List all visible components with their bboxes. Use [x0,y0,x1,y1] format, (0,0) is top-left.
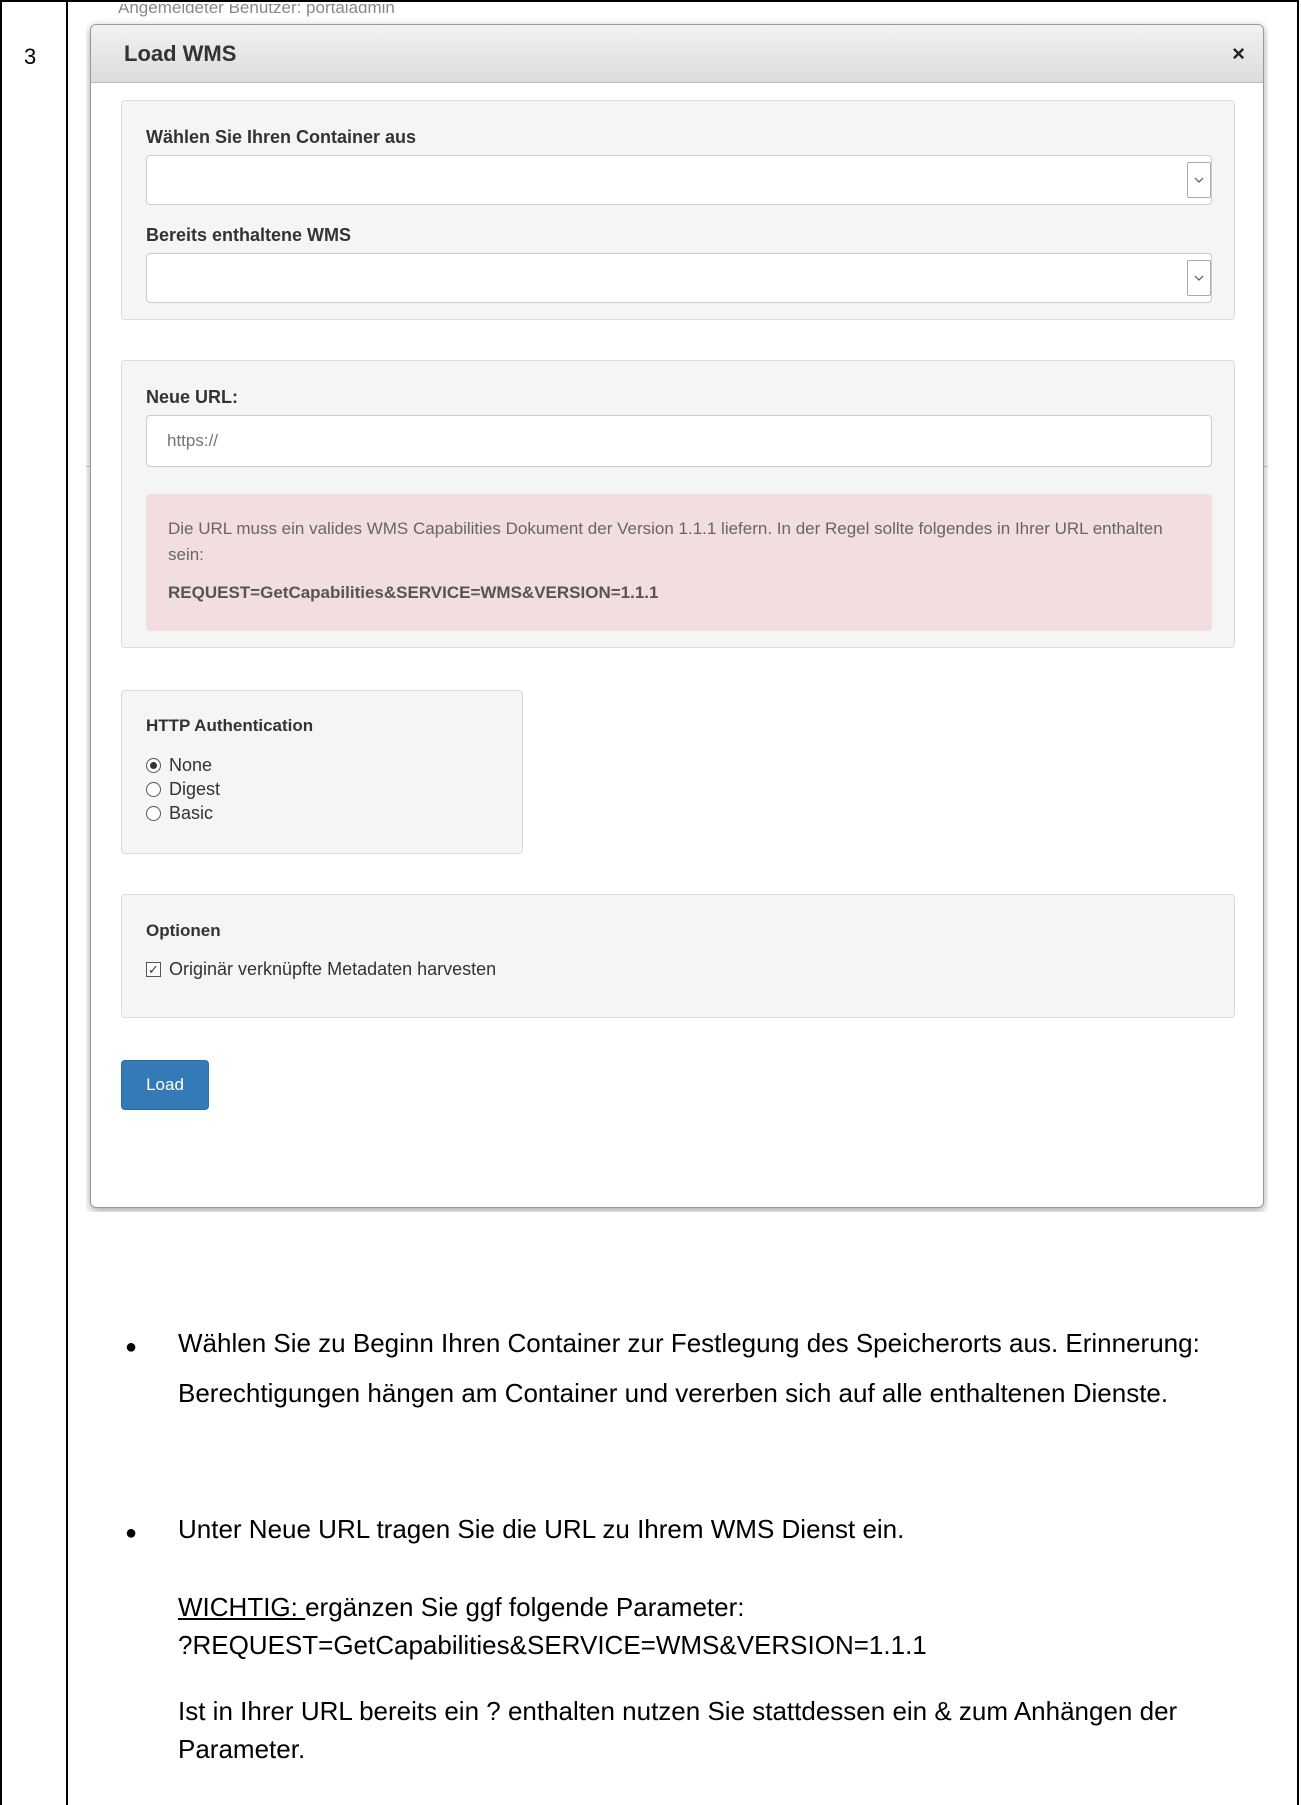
container-well: Wählen Sie Ihren Container aus Bereits e… [121,100,1235,320]
load-wms-dialog: Load WMS × Wählen Sie Ihren Container au… [90,24,1264,1208]
auth-option-label: None [169,755,213,775]
chevron-down-icon[interactable] [1187,162,1211,198]
important-line: WICHTIG: ergänzen Sie ggf folgende Param… [178,1588,1278,1626]
existing-wms-label: Bereits enthaltene WMS [146,225,352,245]
alert-parameter: REQUEST=GetCapabilities&SERVICE=WMS&VERS… [168,583,659,602]
note-line: Ist in Ihrer URL bereits ein ? enthalten… [178,1696,1178,1764]
harvest-metadata-checkbox[interactable]: ✓ [146,962,161,977]
existing-wms-select[interactable] [146,253,1212,303]
auth-option-basic[interactable]: Basic [146,803,213,824]
options-label: Optionen [146,921,221,940]
auth-option-label: Basic [169,803,214,823]
container-label: Wählen Sie Ihren Container aus [146,127,417,147]
alert-text: Die URL muss ein valides WMS Capabilitie… [168,519,1163,564]
auth-option-none[interactable]: None [146,755,212,776]
row-number: 3 [24,44,37,69]
http-auth-well: HTTP Authentication None Digest Basic [121,690,523,854]
load-button[interactable]: Load [121,1060,209,1110]
dialog-title: Load WMS [124,40,237,66]
dialog-header: Load WMS × [91,25,1263,83]
important-text: ergänzen Sie ggf folgende Parameter: [305,1592,745,1622]
harvest-metadata-option[interactable]: ✓ Originär verknüpfte Metadaten harveste… [146,959,496,980]
new-url-well: Neue URL: Die URL muss ein valides WMS C… [121,360,1235,648]
container-select[interactable] [146,155,1212,205]
background-user-text: Angemeldeter Benutzer: portaladmin [118,4,395,17]
param-line: ?REQUEST=GetCapabilities&SERVICE=WMS&VER… [178,1630,927,1660]
close-icon[interactable]: × [1232,41,1245,67]
harvest-metadata-label: Originär verknüpfte Metadaten harvesten [169,959,497,979]
auth-option-digest[interactable]: Digest [146,779,220,800]
table-column-divider [66,0,68,1805]
radio-digest[interactable] [146,782,161,797]
url-hint-alert: Die URL muss ein valides WMS Capabilitie… [146,494,1212,631]
bullet-2: ● [125,1522,138,1544]
chevron-down-icon[interactable] [1187,260,1211,296]
auth-option-label: Digest [169,779,221,799]
radio-basic[interactable] [146,806,161,821]
options-well: Optionen ✓ Originär verknüpfte Metadaten… [121,894,1235,1018]
bullet-1: ● [125,1336,138,1358]
instruction-bullet-1: Wählen Sie zu Beginn Ihren Container zur… [178,1328,1200,1408]
important-prefix: WICHTIG: [178,1592,306,1622]
screenshot: Angemeldeter Benutzer: portaladmin Load … [86,4,1268,1212]
radio-none[interactable] [146,758,161,773]
new-url-label: Neue URL: [146,387,239,407]
http-auth-label: HTTP Authentication [146,716,314,735]
new-url-input[interactable] [146,415,1212,467]
instruction-bullet-2: Unter Neue URL tragen Sie die URL zu Ihr… [178,1514,905,1544]
